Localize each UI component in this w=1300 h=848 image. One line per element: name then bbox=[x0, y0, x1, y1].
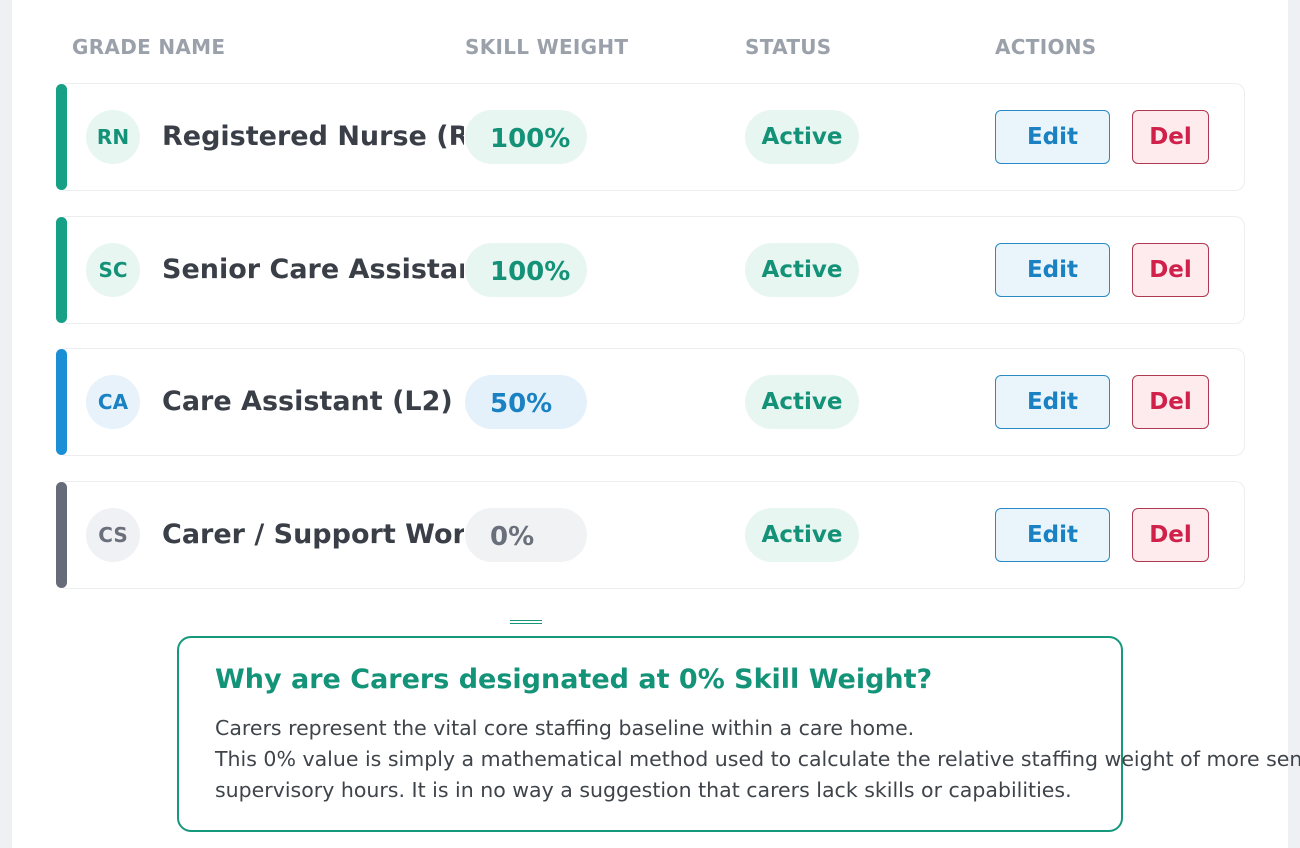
skill-weight-badge: 0% bbox=[465, 508, 587, 562]
delete-button[interactable]: Del bbox=[1132, 110, 1209, 164]
grade-row-cs: CS Carer / Support Worker 0% Active Edit… bbox=[56, 481, 1245, 589]
column-header-skill-weight: SKILL WEIGHT bbox=[465, 35, 629, 59]
column-header-status: STATUS bbox=[745, 35, 832, 59]
grade-row-rn: RN Registered Nurse (RN) 100% Active Edi… bbox=[56, 83, 1245, 191]
delete-button[interactable]: Del bbox=[1132, 375, 1209, 429]
info-note-title: Why are Carers designated at 0% Skill We… bbox=[215, 664, 933, 695]
status-badge: Active bbox=[745, 243, 859, 297]
grade-name: Care Assistant (L2) bbox=[162, 386, 453, 417]
row-accent-bar bbox=[56, 217, 67, 323]
row-accent-bar bbox=[56, 349, 67, 455]
grade-avatar: SC bbox=[86, 243, 140, 297]
edit-button[interactable]: Edit bbox=[995, 375, 1110, 429]
skill-weight-badge: 100% bbox=[465, 110, 587, 164]
row-accent-bar bbox=[56, 84, 67, 190]
column-header-actions: ACTIONS bbox=[995, 35, 1097, 59]
edit-button[interactable]: Edit bbox=[995, 508, 1110, 562]
grade-avatar: CS bbox=[86, 508, 140, 562]
skill-weight-badge: 50% bbox=[465, 375, 587, 429]
grade-name: Registered Nurse (RN) bbox=[162, 121, 464, 152]
grade-name: Senior Care Assistant bbox=[162, 254, 464, 285]
grade-row-sc: SC Senior Care Assistant 100% Active Edi… bbox=[56, 216, 1245, 324]
column-header-grade-name: GRADE NAME bbox=[72, 35, 226, 59]
grade-row-ca: CA Care Assistant (L2) 50% Active Edit D… bbox=[56, 348, 1245, 456]
grade-name: Carer / Support Worker bbox=[162, 519, 464, 550]
info-note-line: supervisory hours. It is in no way a sug… bbox=[215, 778, 1072, 802]
status-badge: Active bbox=[745, 508, 859, 562]
delete-button[interactable]: Del bbox=[1132, 508, 1209, 562]
edit-button[interactable]: Edit bbox=[995, 110, 1110, 164]
info-note-body: Carers represent the vital core staffing… bbox=[215, 713, 1300, 806]
edit-button[interactable]: Edit bbox=[995, 243, 1110, 297]
row-accent-bar bbox=[56, 482, 67, 588]
delete-button[interactable]: Del bbox=[1132, 243, 1209, 297]
info-note-line: This 0% value is simply a mathematical m… bbox=[215, 747, 1300, 771]
info-note-line: Carers represent the vital core staffing… bbox=[215, 716, 915, 740]
grade-avatar: RN bbox=[86, 110, 140, 164]
note-pointer bbox=[510, 620, 542, 624]
skill-weight-badge: 100% bbox=[465, 243, 587, 297]
status-badge: Active bbox=[745, 375, 859, 429]
grade-avatar: CA bbox=[86, 375, 140, 429]
status-badge: Active bbox=[745, 110, 859, 164]
